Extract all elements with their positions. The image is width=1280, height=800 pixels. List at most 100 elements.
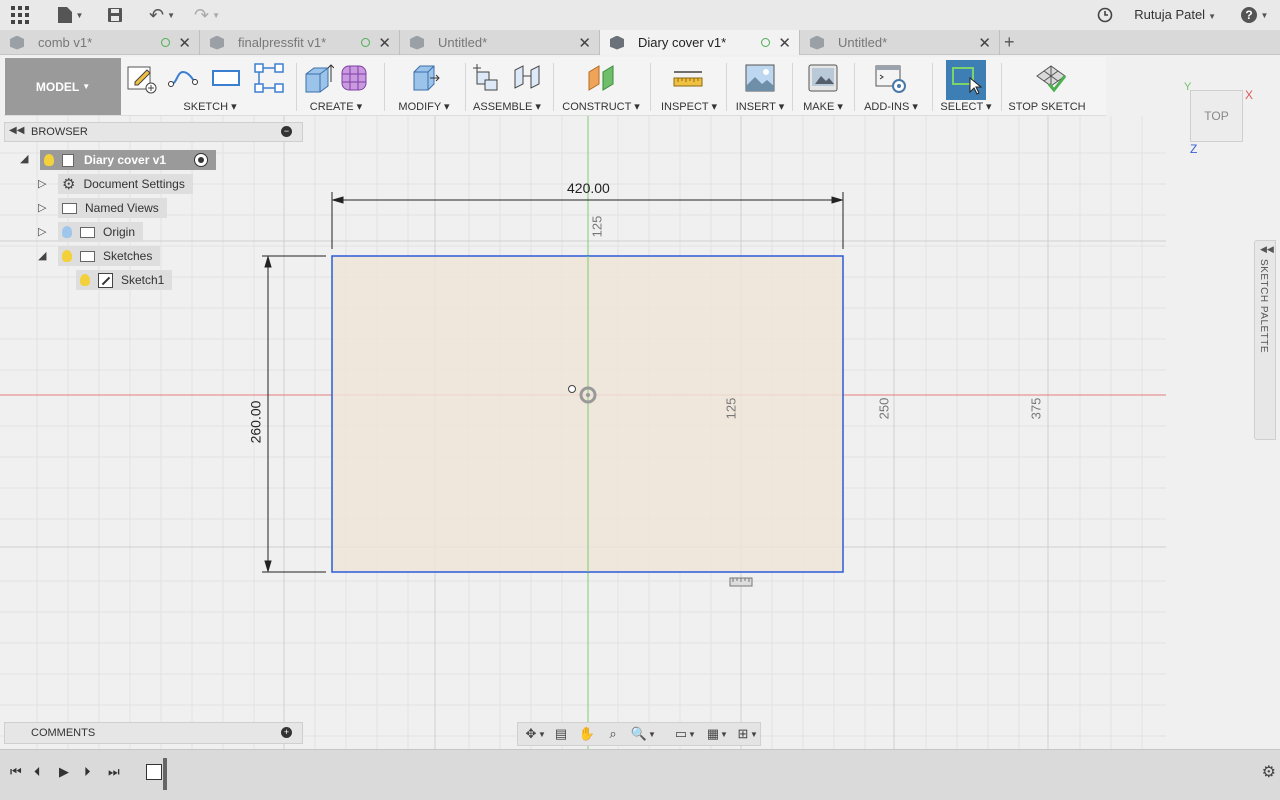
sketch-palette-tab[interactable]: ◀◀ SKETCH PALETTE [1254,240,1276,440]
rectangle-icon[interactable] [210,62,242,94]
undo-button[interactable]: ↶ ▼ [145,5,179,25]
construct-menu[interactable]: CONSTRUCT ▾ [557,100,645,113]
width-dimension-value[interactable]: 420.00 [567,180,610,196]
modify-menu[interactable]: MODIFY ▾ [388,100,460,113]
create-menu[interactable]: CREATE ▾ [300,100,372,113]
stop-sketch-group[interactable]: STOP SKETCH [1005,57,1089,116]
minus-icon[interactable]: − [281,126,292,137]
browser-item-named-views[interactable]: Named Views [58,198,167,218]
scripts-addins-icon[interactable] [874,62,906,94]
close-icon[interactable]: ✕ [778,34,791,52]
group-label: INSPECT [660,101,709,113]
browser-item-sketches[interactable]: Sketches [58,246,161,266]
select-menu[interactable]: SELECT ▾ [936,100,996,113]
chevron-down-icon[interactable]: ▼ [750,726,758,742]
group-label: INSERT [735,101,776,113]
sketch-dimension-icon[interactable] [253,62,285,94]
browser-item-sketch1[interactable]: Sketch1 [76,270,173,290]
extrude-icon[interactable] [302,62,334,94]
group-label: SELECT [940,101,983,113]
browser-item-document-settings[interactable]: ⚙ Document Settings [58,174,193,194]
step-forward-icon[interactable]: ⏵ [84,764,91,780]
job-status-button[interactable] [1096,5,1114,25]
visibility-bulb-icon[interactable] [62,250,72,262]
user-menu[interactable]: Rutuja Patel ▼ [1134,7,1216,22]
sketch-timeline-feature-icon[interactable] [146,764,162,780]
new-tab-button[interactable]: + [1004,32,1015,53]
create-group: CREATE ▾ [300,57,372,116]
redo-button[interactable]: ↷ ▼ [190,5,224,25]
chevron-down-icon[interactable]: ▼ [538,726,546,742]
make-menu[interactable]: MAKE ▾ [796,100,850,113]
file-menu-button[interactable]: ▼ [56,5,84,25]
chevron-down-icon: ▼ [1260,10,1269,20]
measure-icon[interactable] [672,62,704,94]
pan-hand-icon[interactable]: ✋ [578,726,596,742]
go-to-end-icon[interactable]: ⏭ [108,764,120,780]
height-dimension-value[interactable]: 260.00 [247,401,263,444]
chevron-down-icon[interactable]: ▼ [720,726,728,742]
application-bar: ▼ ↶ ▼ ↷ ▼ Rutuja Patel ▼ ? ▼ [0,0,1280,30]
assemble-menu[interactable]: ASSEMBLE ▾ [469,100,545,113]
sketch-menu[interactable]: SKETCH ▾ [122,100,298,113]
visibility-bulb-icon[interactable] [44,154,54,166]
timeline-marker[interactable] [163,758,167,790]
press-pull-icon[interactable] [408,62,440,94]
collapse-triangle-icon[interactable]: ◢ [38,249,46,262]
expand-triangle-icon[interactable]: ▷ [38,225,46,238]
form-icon[interactable] [338,62,370,94]
close-icon[interactable]: ✕ [378,34,391,52]
apps-grid-icon[interactable] [10,5,30,25]
document-tab[interactable]: finalpressfit v1* ✕ [200,30,400,55]
visibility-bulb-icon[interactable] [62,226,72,238]
item-label: Sketches [103,249,153,263]
look-at-icon[interactable]: ▤ [552,726,570,742]
height-dimension[interactable] [262,255,326,573]
insert-menu[interactable]: INSERT ▾ [730,100,790,113]
line-icon[interactable] [167,62,199,94]
new-component-icon[interactable] [469,62,501,94]
document-tab[interactable]: comb v1* ✕ [0,30,200,55]
comments-panel-header[interactable]: COMMENTS + [4,722,303,744]
group-label: ASSEMBLE [473,101,533,113]
browser-item-origin[interactable]: Origin [58,222,144,242]
insert-image-icon[interactable] [744,62,776,94]
close-icon[interactable]: ✕ [978,34,991,52]
zoom-window-icon[interactable]: 🔍 [630,726,648,742]
chevron-down-icon[interactable]: ▼ [648,726,656,742]
select-icon[interactable] [950,64,982,96]
save-button[interactable] [106,5,124,25]
browser-panel-header[interactable]: ◀◀ BROWSER − [4,122,303,142]
add-ins-menu[interactable]: ADD-INS ▾ [858,100,924,113]
go-to-start-icon[interactable]: ⏮ [10,764,22,780]
visibility-bulb-icon[interactable] [80,274,90,286]
close-icon[interactable]: ✕ [578,34,591,52]
unsaved-indicator [361,38,371,47]
view-cube[interactable]: TOP [1190,90,1243,142]
joint-icon[interactable] [511,62,543,94]
activate-radio-icon[interactable] [194,153,208,167]
document-tab[interactable]: Untitled* ✕ [800,30,1000,55]
expand-triangle-icon[interactable]: ▷ [38,177,46,190]
collapse-icon[interactable]: ◀◀ [9,125,24,136]
document-tab-active[interactable]: Diary cover v1* ✕ [600,30,800,55]
design-canvas[interactable]: 420.00 260.00 125 125 250 375 500 [0,116,1166,749]
sketch-point[interactable] [568,385,576,393]
offset-plane-icon[interactable] [585,62,617,94]
plus-icon[interactable]: + [281,727,292,738]
gear-icon[interactable]: ⚙ [1262,762,1276,782]
chevron-down-icon[interactable]: ▼ [688,726,696,742]
close-icon[interactable]: ✕ [178,34,191,52]
step-back-icon[interactable]: ⏴ [34,764,41,780]
collapse-triangle-icon[interactable]: ◢ [20,152,28,165]
create-sketch-icon[interactable] [125,62,157,94]
document-tab[interactable]: Untitled* ✕ [400,30,600,55]
workspace-switcher[interactable]: MODEL ▼ [5,58,121,115]
play-icon[interactable]: ▶ [59,764,69,780]
3d-print-icon[interactable] [807,62,839,94]
zoom-icon[interactable]: ⌕ [604,726,622,742]
inspect-menu[interactable]: INSPECT ▾ [654,100,724,113]
help-button[interactable]: ? ▼ [1239,5,1269,25]
expand-triangle-icon[interactable]: ▷ [38,201,46,214]
browser-root-node[interactable]: Diary cover v1 [40,150,216,170]
